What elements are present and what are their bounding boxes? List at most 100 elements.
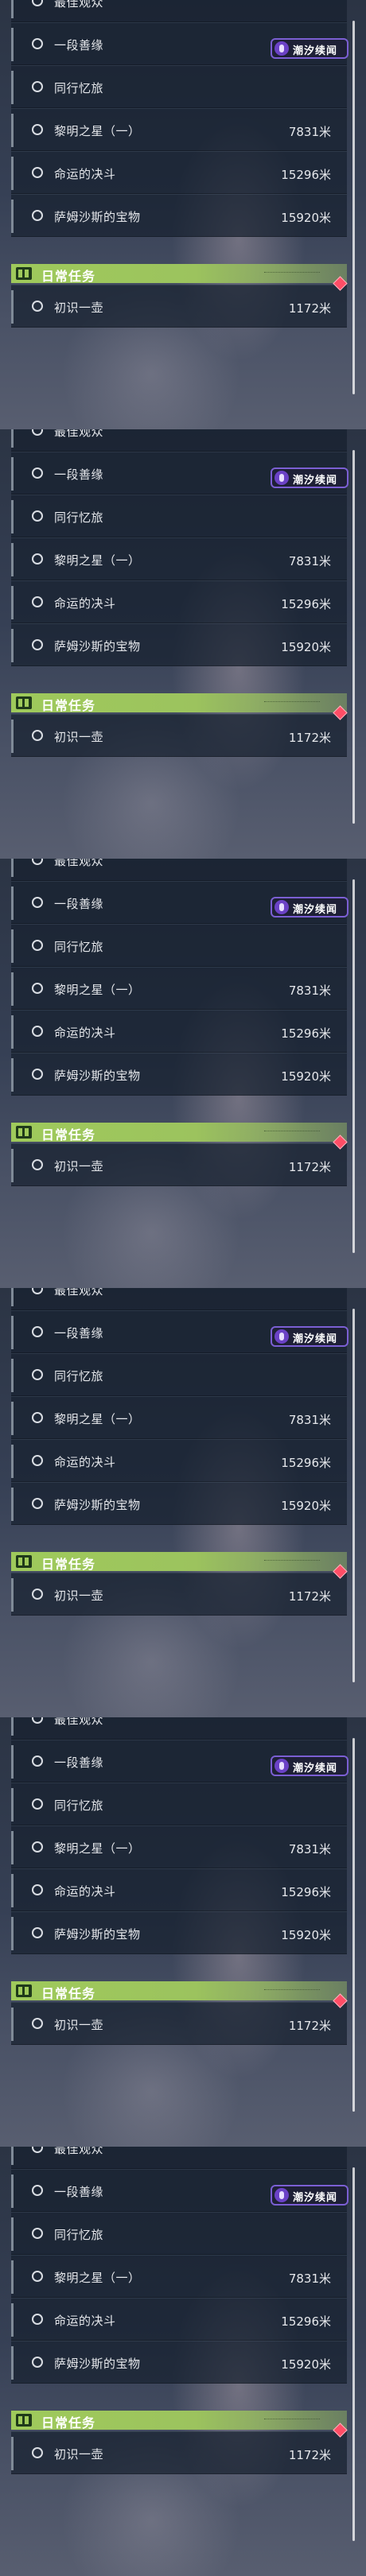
- quest-tracker-panel: 最佳观众一段善缘15720米同行忆旅黎明之星（一）7831米命运的决斗15296…: [0, 429, 366, 859]
- quest-name: 一段善缘: [54, 467, 104, 482]
- quest-row[interactable]: 命运的决斗 15296米: [11, 1010, 347, 1053]
- circle-outline-icon: [32, 1412, 43, 1423]
- daily-tasks-header[interactable]: 日常任务: [11, 1981, 347, 2001]
- scrollbar[interactable]: [352, 2167, 355, 2541]
- quest-row[interactable]: 黎明之星（一） 7831米: [11, 967, 347, 1010]
- quest-row[interactable]: 萨姆沙斯的宝物 15920米: [11, 1053, 347, 1096]
- row-accent-bar: [11, 2346, 14, 2380]
- quest-row[interactable]: 黎明之星（一） 7831米: [11, 1396, 347, 1439]
- daily-task-row[interactable]: 初识一壶 1172米: [11, 714, 347, 757]
- quest-row[interactable]: 同行忆旅: [11, 2212, 347, 2255]
- circle-outline-icon: [32, 210, 43, 221]
- daily-tasks-header[interactable]: 日常任务: [11, 693, 347, 713]
- quest-name: 萨姆沙斯的宝物: [54, 210, 141, 224]
- quest-distance: 7831米: [288, 1842, 331, 1856]
- quest-distance: 15296米: [281, 1885, 331, 1899]
- quest-series-badge: 潮汐续闻: [271, 467, 348, 488]
- quest-distance: 7831米: [288, 1413, 331, 1427]
- quest-row[interactable]: 最佳观众: [11, 859, 347, 881]
- quest-distance: 1172米: [288, 1589, 331, 1604]
- quest-name: 初识一壶: [54, 301, 104, 315]
- quest-row[interactable]: 命运的决斗 15296米: [11, 1439, 347, 1482]
- book-icon: [16, 1984, 32, 1997]
- scrollbar[interactable]: [352, 1309, 355, 1682]
- quest-row[interactable]: 最佳观众: [11, 1288, 347, 1310]
- quest-row[interactable]: 同行忆旅: [11, 1353, 347, 1396]
- quest-row[interactable]: 萨姆沙斯的宝物 15920米: [11, 1911, 347, 1954]
- scrollbar[interactable]: [352, 1738, 355, 2112]
- quest-name: 命运的决斗: [54, 2314, 116, 2328]
- book-icon: [16, 1555, 32, 1568]
- daily-task-row[interactable]: 初识一壶 1172米: [11, 1573, 347, 1616]
- quest-row[interactable]: 萨姆沙斯的宝物 15920米: [11, 2341, 347, 2384]
- quest-row[interactable]: 黎明之星（一） 7831米: [11, 108, 347, 151]
- quest-row[interactable]: 同行忆旅: [11, 495, 347, 537]
- circle-outline-icon: [32, 467, 43, 479]
- circle-outline-icon: [32, 1069, 43, 1080]
- quest-name: 一段善缘: [54, 2185, 104, 2199]
- quest-distance: 7831米: [288, 125, 331, 139]
- daily-tasks-header[interactable]: 日常任务: [11, 1552, 347, 1572]
- quest-distance: 7831米: [288, 2271, 331, 2286]
- daily-tasks-title: 日常任务: [41, 1557, 96, 1572]
- quest-series-icon: [274, 900, 289, 914]
- quest-name: 一段善缘: [54, 897, 104, 911]
- row-accent-bar: [11, 2303, 14, 2337]
- quest-row[interactable]: 萨姆沙斯的宝物 15920米: [11, 194, 347, 237]
- quest-row[interactable]: 最佳观众: [11, 0, 347, 22]
- daily-task-row[interactable]: 初识一壶 1172米: [11, 285, 347, 328]
- quest-row[interactable]: 同行忆旅: [11, 65, 347, 108]
- quest-name: 萨姆沙斯的宝物: [54, 1069, 141, 1083]
- book-icon: [16, 2414, 32, 2427]
- quest-name: 黎明之星（一）: [54, 2271, 141, 2285]
- badge-label: 潮汐续闻: [293, 1333, 338, 1345]
- quest-row[interactable]: 命运的决斗 15296米: [11, 2298, 347, 2341]
- scrollbar[interactable]: [352, 879, 355, 1253]
- quest-name: 同行忆旅: [54, 81, 104, 95]
- quest-name: 命运的决斗: [54, 596, 116, 611]
- daily-task-row[interactable]: 初识一壶 1172米: [11, 2002, 347, 2045]
- daily-task-row[interactable]: 初识一壶 1172米: [11, 1143, 347, 1186]
- quest-distance: 7831米: [288, 983, 331, 998]
- quest-row[interactable]: 最佳观众: [11, 2147, 347, 2169]
- quest-name: 初识一壶: [54, 2018, 104, 2032]
- badge-label: 潮汐续闻: [293, 1763, 338, 1775]
- quest-row[interactable]: 黎明之星（一） 7831米: [11, 537, 347, 580]
- quest-distance: 15296米: [281, 2314, 331, 2329]
- daily-task-row[interactable]: 初识一壶 1172米: [11, 2431, 347, 2474]
- daily-tasks-title: 日常任务: [41, 698, 96, 713]
- quest-name: 初识一壶: [54, 2447, 104, 2462]
- quest-row[interactable]: 黎明之星（一） 7831米: [11, 1825, 347, 1868]
- quest-name: 同行忆旅: [54, 1798, 104, 1813]
- quest-distance: 15920米: [281, 1499, 331, 1513]
- quest-row[interactable]: 黎明之星（一） 7831米: [11, 2255, 347, 2298]
- daily-tasks-header[interactable]: 日常任务: [11, 2411, 347, 2431]
- quest-distance: 1172米: [288, 301, 331, 316]
- quest-tracker-panel: 最佳观众一段善缘15720米同行忆旅黎明之星（一）7831米命运的决斗15296…: [0, 1288, 366, 1717]
- quest-row[interactable]: 最佳观众: [11, 429, 347, 452]
- circle-outline-icon: [32, 81, 43, 92]
- quest-row[interactable]: 萨姆沙斯的宝物 15920米: [11, 623, 347, 666]
- quest-row[interactable]: 萨姆沙斯的宝物 15920米: [11, 1482, 347, 1525]
- daily-tasks-header[interactable]: 日常任务: [11, 264, 347, 284]
- header-divider: [264, 1131, 320, 1134]
- badge-label: 潮汐续闻: [293, 45, 338, 57]
- quest-series-icon: [274, 471, 289, 485]
- quest-row[interactable]: 命运的决斗 15296米: [11, 580, 347, 623]
- daily-tasks-header[interactable]: 日常任务: [11, 1123, 347, 1143]
- row-accent-bar: [11, 1359, 14, 1392]
- quest-name: 黎明之星（一）: [54, 553, 141, 568]
- quest-row[interactable]: 同行忆旅: [11, 1783, 347, 1825]
- quest-row[interactable]: 同行忆旅: [11, 924, 347, 967]
- quest-row[interactable]: 最佳观众: [11, 1717, 347, 1740]
- header-divider: [264, 1989, 320, 1992]
- scrollbar[interactable]: [352, 450, 355, 824]
- row-accent-bar: [11, 1788, 14, 1821]
- row-accent-bar: [11, 1015, 14, 1049]
- quest-row[interactable]: 命运的决斗 15296米: [11, 1868, 347, 1911]
- header-divider: [264, 272, 320, 275]
- row-accent-bar: [11, 114, 14, 147]
- scrollbar[interactable]: [352, 21, 355, 394]
- quest-series-badge: 潮汐续闻: [271, 1326, 348, 1347]
- quest-row[interactable]: 命运的决斗 15296米: [11, 151, 347, 194]
